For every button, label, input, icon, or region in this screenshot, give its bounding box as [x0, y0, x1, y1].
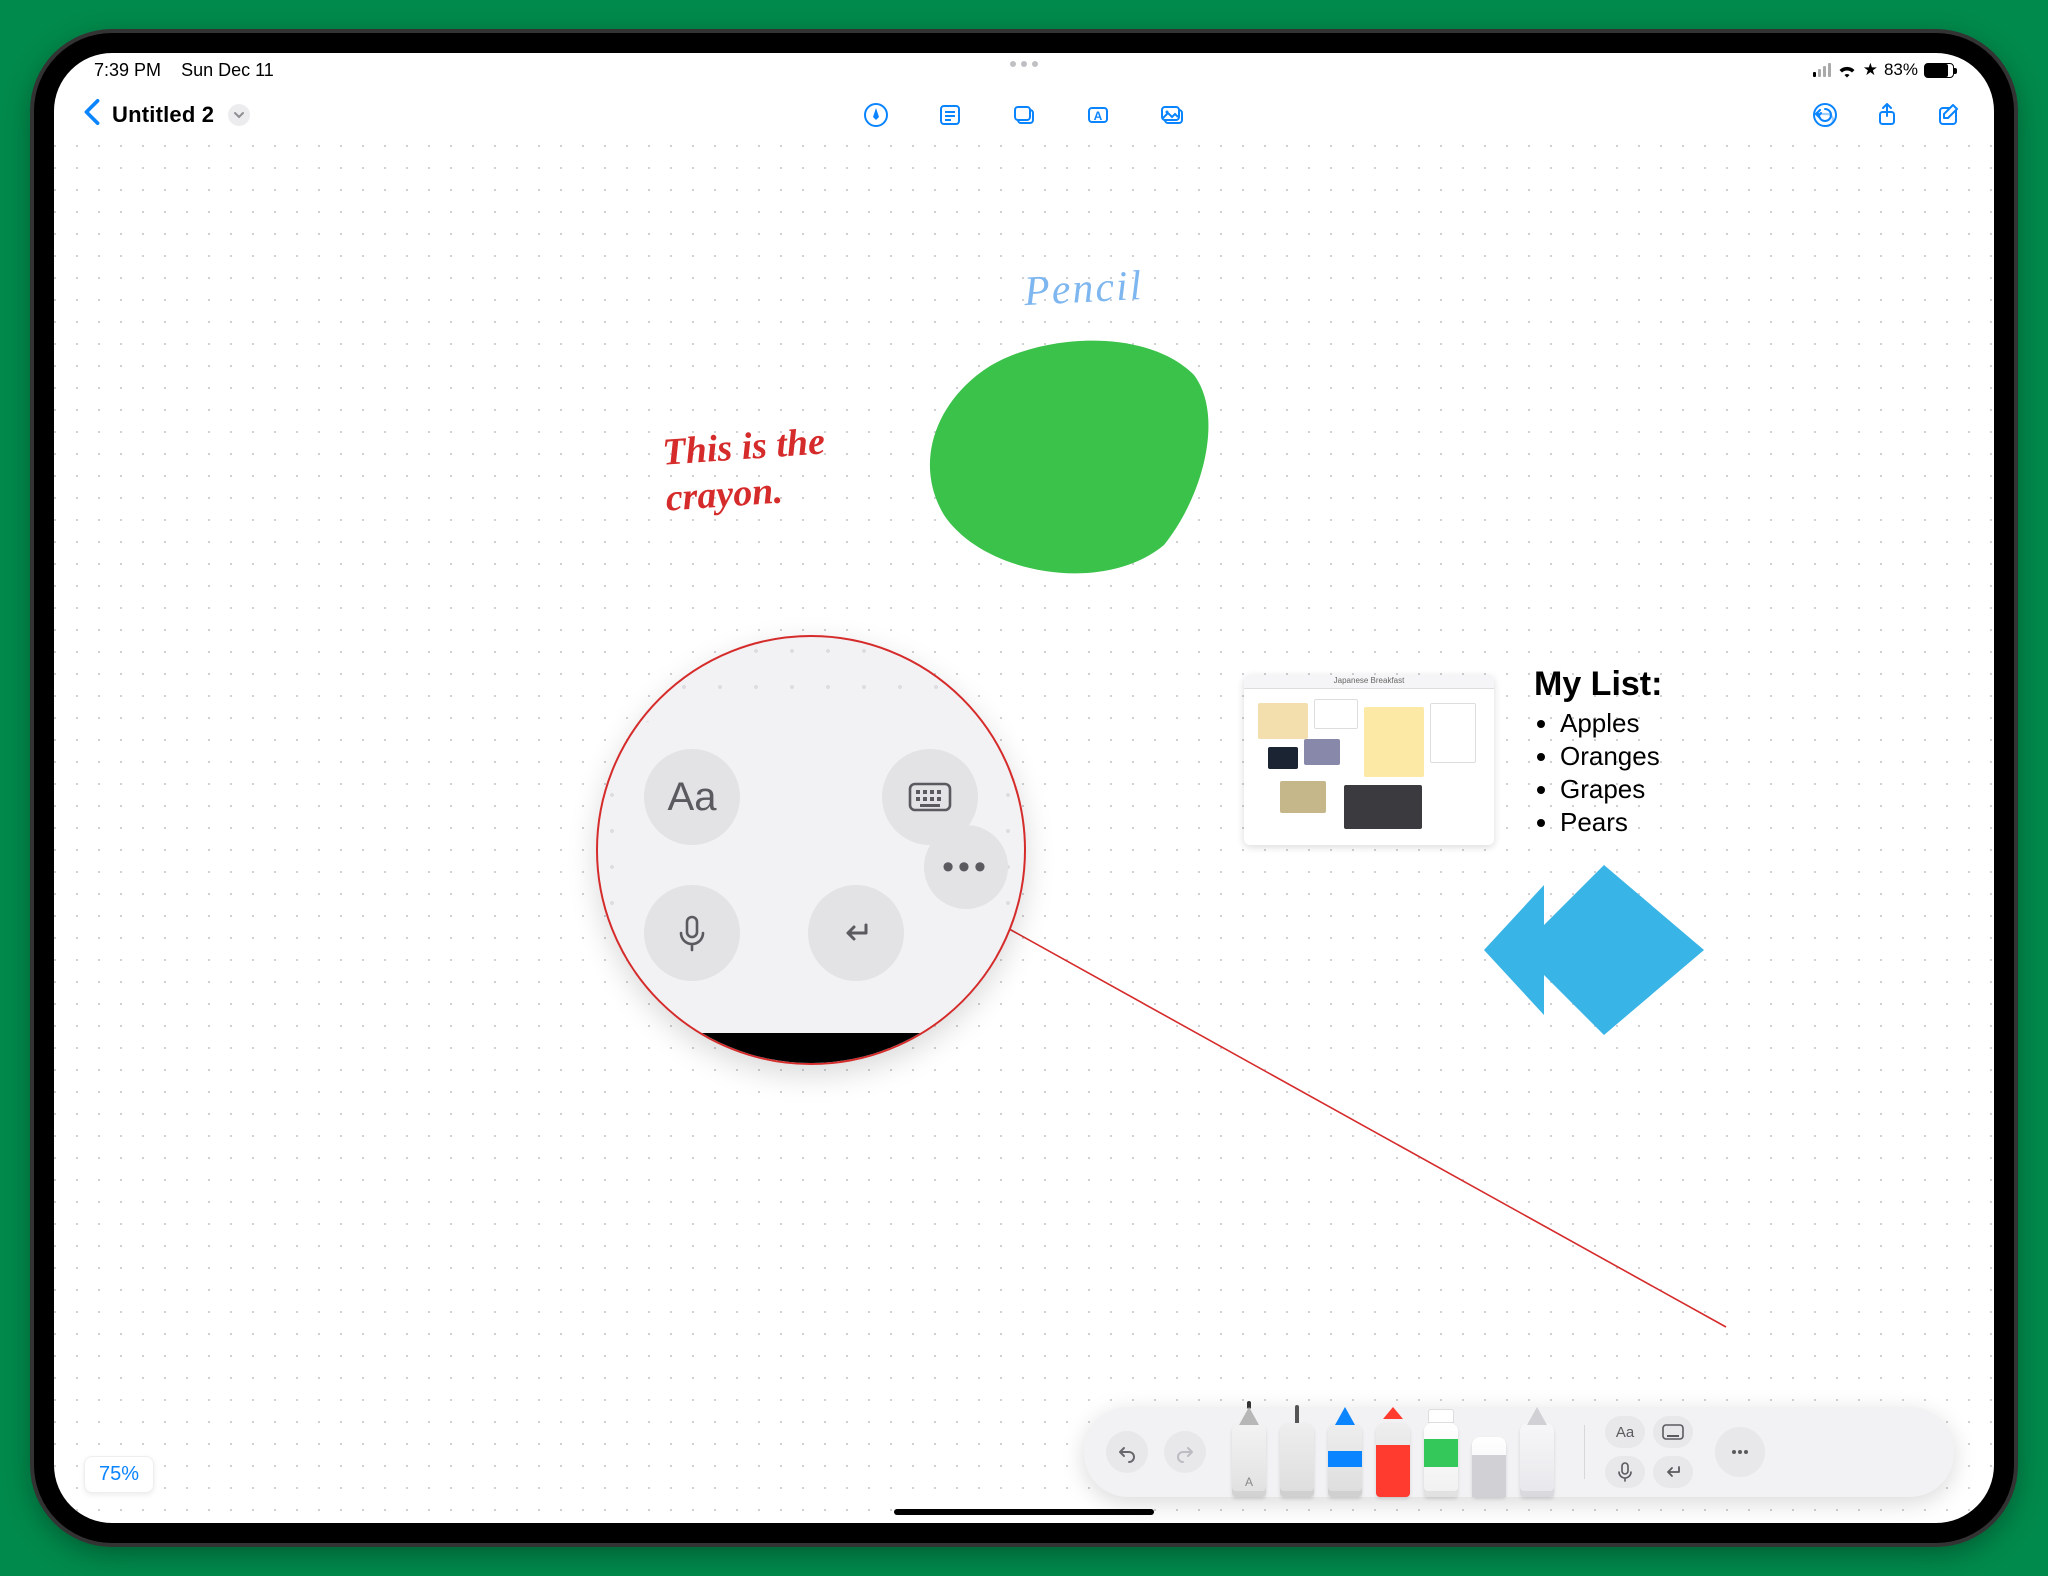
- status-left: 7:39 PM Sun Dec 11: [94, 60, 274, 81]
- status-right: ★ 83%: [1813, 60, 1954, 80]
- freeform-canvas[interactable]: Pencil This is the crayon. Japanese Brea…: [54, 145, 1994, 1523]
- wifi-icon: [1837, 62, 1857, 78]
- toolbar-more-button[interactable]: [1715, 1427, 1765, 1477]
- note-title: My List:: [1534, 665, 1662, 704]
- home-indicator[interactable]: [894, 1509, 1154, 1515]
- share-button[interactable]: [1870, 98, 1904, 132]
- file-insert-button[interactable]: [1007, 98, 1041, 132]
- ipad-frame: 7:39 PM Sun Dec 11 ★ 83% Untitled 2: [34, 33, 2014, 1543]
- toolbar-divider: [1584, 1425, 1585, 1479]
- eraser-tool[interactable]: [1472, 1437, 1506, 1497]
- handwriting-pencil-label[interactable]: Pencil: [1023, 262, 1145, 316]
- minipad-return-button[interactable]: [1653, 1456, 1693, 1488]
- pen-tool[interactable]: [1280, 1423, 1314, 1497]
- toolbar-undo-button[interactable]: [1106, 1431, 1148, 1473]
- return-button[interactable]: [808, 885, 904, 981]
- sticky-note-button[interactable]: [933, 98, 967, 132]
- scribble-pen-tool[interactable]: A: [1232, 1423, 1266, 1497]
- status-date: Sun Dec 11: [181, 60, 274, 80]
- status-time: 7:39 PM: [94, 60, 161, 80]
- green-filled-shape[interactable]: [914, 325, 1224, 585]
- list-item: Pears: [1560, 807, 1662, 838]
- thumbnail-title: Japanese Breakfast: [1244, 675, 1494, 689]
- tool-tray: A: [1232, 1407, 1554, 1497]
- minipad-keyboard-button[interactable]: [1653, 1416, 1693, 1448]
- compose-button[interactable]: [1932, 98, 1966, 132]
- handwriting-crayon-label[interactable]: This is the crayon.: [661, 419, 830, 521]
- more-button[interactable]: •••: [924, 825, 1008, 909]
- status-bar: 7:39 PM Sun Dec 11 ★ 83%: [54, 53, 1994, 87]
- pen-tool-button[interactable]: [859, 98, 893, 132]
- highlighter-green-tool[interactable]: [1424, 1423, 1458, 1497]
- lasso-tool[interactable]: [1520, 1423, 1554, 1497]
- text-note[interactable]: My List: Apples Oranges Grapes Pears: [1534, 665, 1662, 840]
- back-button[interactable]: [82, 98, 102, 132]
- screen: 7:39 PM Sun Dec 11 ★ 83% Untitled 2: [54, 53, 1994, 1523]
- list-item: Grapes: [1560, 774, 1662, 805]
- embedded-thumbnail[interactable]: Japanese Breakfast: [1244, 675, 1494, 845]
- board-title[interactable]: Untitled 2: [112, 102, 214, 128]
- crayon-red-tool[interactable]: [1376, 1423, 1410, 1497]
- zoom-indicator[interactable]: 75%: [84, 1456, 154, 1493]
- minipad-font-button[interactable]: Aa: [1605, 1416, 1645, 1448]
- multitask-indicator[interactable]: [1010, 61, 1038, 67]
- svg-text:A: A: [1094, 109, 1103, 123]
- drawing-toolbar: A Aa: [1084, 1407, 1954, 1497]
- undo-button[interactable]: [1808, 98, 1842, 132]
- text-box-button[interactable]: A: [1081, 98, 1115, 132]
- dictation-button[interactable]: [644, 885, 740, 981]
- battery-percent: 83%: [1884, 60, 1918, 80]
- font-format-button[interactable]: Aa: [644, 749, 740, 845]
- cellular-icon: [1813, 63, 1831, 77]
- note-list: Apples Oranges Grapes Pears: [1534, 708, 1662, 838]
- image-insert-button[interactable]: [1155, 98, 1189, 132]
- orientation-lock-icon: ★: [1863, 60, 1878, 80]
- marker-blue-tool[interactable]: [1328, 1423, 1362, 1497]
- app-toolbar: Untitled 2 A: [54, 87, 1994, 143]
- title-menu-button[interactable]: [228, 104, 250, 126]
- thumbnail-body: [1244, 689, 1494, 845]
- battery-icon: [1924, 63, 1954, 78]
- list-item: Oranges: [1560, 741, 1662, 772]
- toolbar-redo-button[interactable]: [1164, 1431, 1206, 1473]
- scribble-minipad: Aa: [1605, 1416, 1693, 1488]
- scribble-controls-magnified: Aa •••: [596, 635, 1026, 1065]
- minipad-dictation-button[interactable]: [1605, 1456, 1645, 1488]
- blue-arrow-shape[interactable]: [1474, 865, 1704, 1035]
- list-item: Apples: [1560, 708, 1662, 739]
